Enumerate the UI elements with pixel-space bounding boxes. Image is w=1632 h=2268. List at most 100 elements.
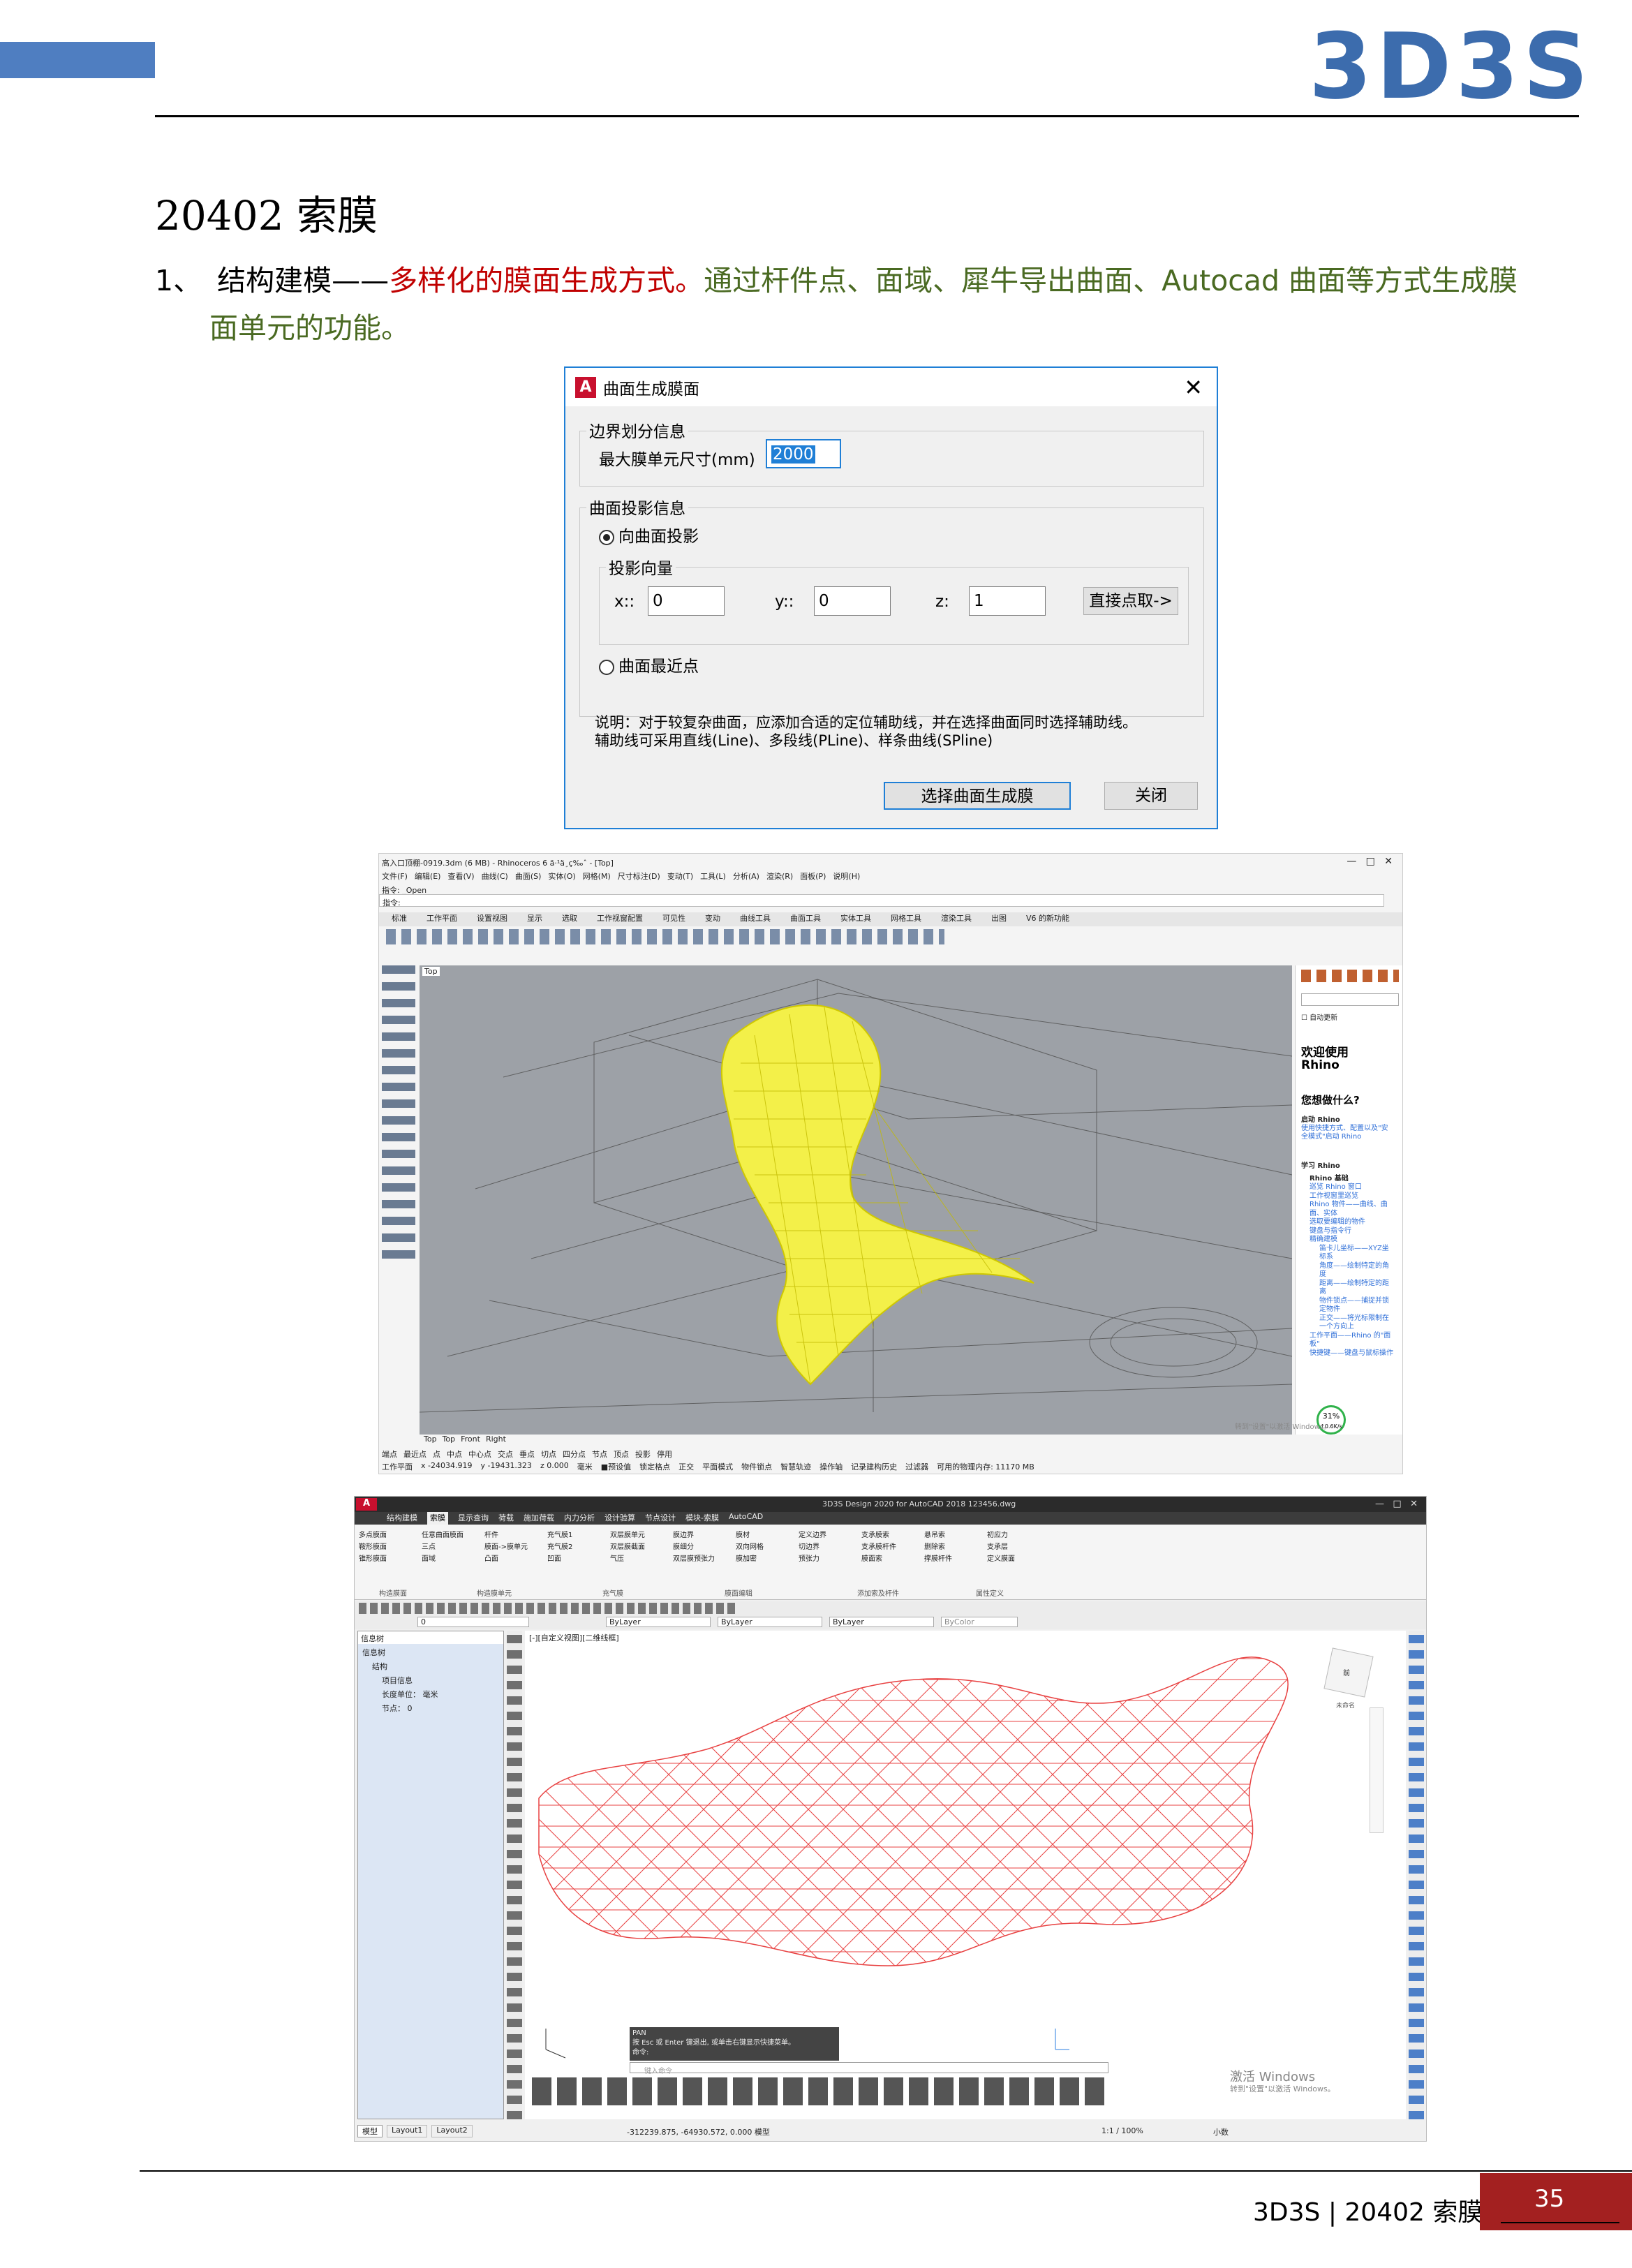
acad-left-toolbar[interactable]: [507, 1631, 522, 2119]
rhino-link[interactable]: 角度——绘制特定的角度: [1310, 1262, 1393, 1280]
ribbon-item[interactable]: 膜材: [736, 1529, 799, 1539]
ribbon-item[interactable]: 双层膜截面: [610, 1541, 673, 1551]
radio-nearest[interactable]: 曲面最近点: [599, 653, 699, 676]
tree-node-root[interactable]: 信息树: [362, 1647, 385, 1658]
rhino-link[interactable]: 笛卡儿坐标——XYZ坐标系: [1310, 1245, 1393, 1262]
acad-units[interactable]: 小数: [1213, 2126, 1229, 2137]
rhino-menu-curve[interactable]: 曲线(C): [482, 870, 508, 882]
rhino-menu-render[interactable]: 渲染(R): [766, 870, 793, 882]
rhino-tab-solid-tools[interactable]: 实体工具: [840, 912, 871, 926]
tree-node-nodes[interactable]: 节点： 0: [382, 1703, 413, 1714]
rhino-snap[interactable]: 投影: [635, 1448, 651, 1460]
rhino-status-item[interactable]: 物件锁点: [741, 1461, 772, 1472]
rhino-menu-transform[interactable]: 变动(T): [667, 870, 693, 882]
rhino-tab-viewport-layout[interactable]: 工作视窗配置: [597, 912, 643, 926]
acad-linetype-combo[interactable]: ByLayer: [718, 1617, 822, 1627]
rhino-snap[interactable]: 点: [433, 1448, 440, 1460]
acad-right-toolbar[interactable]: [1409, 1631, 1424, 2119]
rhino-menu-tools[interactable]: 工具(L): [700, 870, 726, 882]
rhino-menu-edit[interactable]: 编辑(E): [415, 870, 441, 882]
rhino-tab-v6-new[interactable]: V6 的新功能: [1026, 912, 1069, 926]
acad-command-input[interactable]: 键入命令: [630, 2062, 1108, 2075]
ribbon-item[interactable]: 预张力: [799, 1552, 861, 1563]
rhino-snap[interactable]: 最近点: [403, 1448, 426, 1460]
ribbon-item[interactable]: 切边界: [799, 1541, 861, 1551]
rhino-tab-select[interactable]: 选取: [562, 912, 577, 926]
acad-tab[interactable]: 结构建模: [387, 1512, 417, 1525]
rhino-start-desc[interactable]: 使用快捷方式、配置以及"安全模式"启动 Rhino: [1301, 1125, 1392, 1141]
ribbon-item[interactable]: 双层膜单元: [610, 1529, 673, 1539]
ribbon-item[interactable]: 凸面: [484, 1552, 547, 1563]
acad-layer-combo[interactable]: 0: [417, 1617, 529, 1627]
ribbon-item[interactable]: 定义边界: [799, 1529, 861, 1539]
rhino-snap[interactable]: 中点: [447, 1448, 462, 1460]
rhino-status-item[interactable]: 正交: [678, 1461, 694, 1472]
ribbon-item[interactable]: 膜边界: [673, 1529, 736, 1539]
tree-node-project[interactable]: 项目信息: [382, 1675, 413, 1686]
acad-tab[interactable]: AutoCAD: [729, 1512, 763, 1525]
rhino-link[interactable]: 正交——将光标限制在一个方向上: [1310, 1314, 1393, 1332]
rhino-tab-render-tools[interactable]: 渲染工具: [941, 912, 972, 926]
acad-std-toolbar[interactable]: [359, 1603, 736, 1614]
rhino-menu-file[interactable]: 文件(F): [382, 870, 408, 882]
acad-tab[interactable]: 荷载: [498, 1512, 514, 1525]
rhino-status-item[interactable]: ■预设值: [601, 1461, 631, 1472]
rhino-snap[interactable]: 端点: [382, 1448, 397, 1460]
acad-tab[interactable]: 模块-索膜: [685, 1512, 719, 1525]
acad-tab[interactable]: 内力分析: [564, 1512, 595, 1525]
rhino-vtab-front[interactable]: Front: [461, 1435, 480, 1446]
rhino-viewport[interactable]: Top: [420, 965, 1292, 1435]
ribbon-item[interactable]: 多点膜面: [359, 1529, 422, 1539]
rhino-vtab-top2[interactable]: Top: [443, 1435, 456, 1446]
rhino-tab-surface-tools[interactable]: 曲面工具: [790, 912, 821, 926]
ribbon-item[interactable]: 支承膜杆件: [861, 1541, 924, 1551]
rhino-status-item[interactable]: 智慧轨迹: [780, 1461, 811, 1472]
rhino-snap[interactable]: 垂点: [519, 1448, 535, 1460]
ribbon-item[interactable]: 定义膜面: [987, 1552, 1050, 1563]
rhino-snap[interactable]: 切点: [541, 1448, 556, 1460]
rhino-tab-setview[interactable]: 设置视图: [477, 912, 507, 926]
close-icon[interactable]: ✕: [1184, 374, 1203, 401]
acad-plotstyle-combo[interactable]: ByColor: [941, 1617, 1018, 1627]
tree-node-length-unit[interactable]: 长度单位： 毫米: [382, 1689, 438, 1700]
max-size-input[interactable]: 2000: [766, 439, 841, 468]
rhino-panel-search[interactable]: [1301, 993, 1399, 1006]
acad-drawing-area[interactable]: [-][自定义视图][二维线框] 前 未命名 PAN 按 Esc 或 Enter…: [525, 1631, 1406, 2119]
rhino-window-controls[interactable]: — □ ✕: [1347, 856, 1393, 867]
ribbon-item[interactable]: 气压: [610, 1552, 673, 1563]
ribbon-item[interactable]: 悬吊索: [924, 1529, 987, 1539]
rhino-menu-surface[interactable]: 曲面(S): [515, 870, 542, 882]
ribbon-item[interactable]: 双层膜预张力: [673, 1552, 736, 1563]
acad-tab[interactable]: 显示查询: [458, 1512, 489, 1525]
ribbon-item[interactable]: 支承层: [987, 1541, 1050, 1551]
layout-tab-2[interactable]: Layout2: [431, 2125, 473, 2137]
rhino-snap[interactable]: 节点: [592, 1448, 607, 1460]
ribbon-item[interactable]: 膜面索: [861, 1552, 924, 1563]
rhino-link[interactable]: 快捷键——键盘与鼠标操作: [1310, 1349, 1393, 1358]
ribbon-item[interactable]: 删除索: [924, 1541, 987, 1551]
rhino-link[interactable]: 键盘与指令行: [1310, 1227, 1393, 1236]
ribbon-item[interactable]: 膜加密: [736, 1552, 799, 1563]
rhino-snap[interactable]: 顶点: [614, 1448, 629, 1460]
acad-tab[interactable]: 施加荷载: [524, 1512, 554, 1525]
z-input[interactable]: 1: [969, 586, 1046, 616]
ribbon-item[interactable]: 撑膜杆件: [924, 1552, 987, 1563]
acad-bottom-toolbar[interactable]: [532, 2077, 1104, 2105]
rhino-toolbar[interactable]: [386, 929, 944, 944]
rhino-link[interactable]: 距离——绘制特定的距离: [1310, 1280, 1393, 1297]
acad-color-combo[interactable]: ByLayer: [606, 1617, 711, 1627]
ribbon-item[interactable]: 任意曲面膜面: [422, 1529, 484, 1539]
rhino-status-item[interactable]: 锁定格点: [639, 1461, 670, 1472]
tree-node-structure[interactable]: 结构: [372, 1661, 387, 1672]
rhino-menu-analyze[interactable]: 分析(A): [733, 870, 759, 882]
rhino-menu-help[interactable]: 说明(H): [833, 870, 860, 882]
ribbon-item[interactable]: 充气膜1: [547, 1529, 610, 1539]
ribbon-item[interactable]: 膜面->膜单元: [484, 1541, 547, 1551]
ribbon-item[interactable]: 双向网格: [736, 1541, 799, 1551]
acad-tab[interactable]: 节点设计: [645, 1512, 676, 1525]
acad-tab-active[interactable]: 索膜: [427, 1512, 448, 1525]
ribbon-item[interactable]: 支承膜索: [861, 1529, 924, 1539]
rhino-snap[interactable]: 交点: [498, 1448, 513, 1460]
rhino-vtab-right[interactable]: Right: [486, 1435, 506, 1446]
nav-bar[interactable]: [1370, 1707, 1384, 1833]
